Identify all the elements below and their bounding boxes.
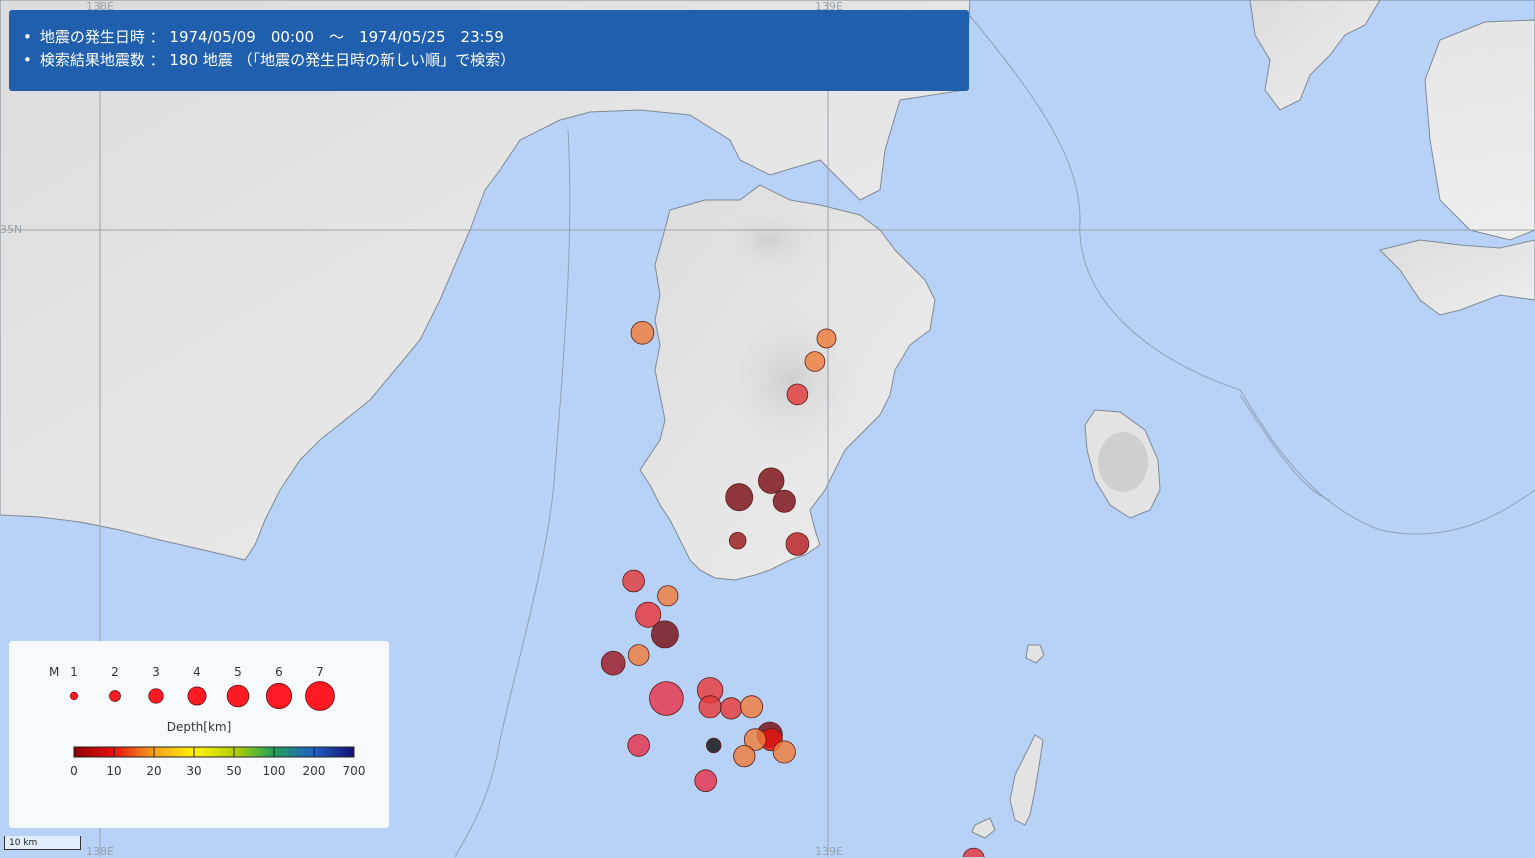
scale-bar: 10 km xyxy=(4,836,81,850)
depth-tick-label: 100 xyxy=(263,764,286,778)
depth-tick-label: 0 xyxy=(70,764,78,778)
earthquake-marker[interactable] xyxy=(694,769,717,792)
earthquake-marker[interactable] xyxy=(649,681,684,716)
earthquake-marker[interactable] xyxy=(706,737,722,754)
depth-tick-label: 10 xyxy=(106,764,121,778)
legend-magnitude-label: M xyxy=(49,665,59,679)
legend-magnitude-circle xyxy=(187,686,207,706)
depth-color-bar xyxy=(73,746,355,758)
earthquake-marker[interactable] xyxy=(627,734,650,757)
earthquake-marker[interactable] xyxy=(758,467,785,494)
legend-magnitude-circle xyxy=(109,690,121,702)
legend-depth-title: Depth[km] xyxy=(167,720,232,734)
legend-magnitude-circle xyxy=(69,691,79,701)
depth-tick-label: 700 xyxy=(343,764,366,778)
map-legend: M 1 2 3 4 5 6 7 Depth[km] 0 10 20 30 50 100 200 700 xyxy=(9,641,389,828)
result-count-text: 検索結果地震数 ： 180 地震 （「地震の発生日時の新しい順」で検索） xyxy=(23,49,969,72)
earthquake-marker[interactable] xyxy=(720,697,743,720)
lat-label-35: 35N xyxy=(0,223,23,236)
date-range-text: 地震の発生日時 ： 1974/05/09 00:00 ～ 1974/05/25 … xyxy=(23,26,969,49)
legend-magnitude-tick: 1 xyxy=(70,665,78,679)
earthquake-marker[interactable] xyxy=(627,644,650,666)
depth-tick-label: 30 xyxy=(186,764,201,778)
earthquake-marker[interactable] xyxy=(651,620,679,649)
lon-label-139-bottom: 139E xyxy=(815,845,843,858)
earthquake-marker[interactable] xyxy=(630,320,655,345)
legend-magnitude-tick: 4 xyxy=(193,665,201,679)
earthquake-marker[interactable] xyxy=(740,695,764,719)
earthquake-marker[interactable] xyxy=(729,532,747,550)
earthquake-marker[interactable] xyxy=(698,695,722,719)
legend-magnitude-tick: 5 xyxy=(234,665,242,679)
earthquake-marker[interactable] xyxy=(622,569,645,593)
legend-magnitude-tick: 6 xyxy=(275,665,283,679)
legend-magnitude-circle xyxy=(265,682,293,710)
earthquake-marker[interactable] xyxy=(772,740,796,764)
earthquake-marker[interactable] xyxy=(786,383,809,406)
legend-magnitude-tick: 7 xyxy=(316,665,324,679)
legend-magnitude-tick: 2 xyxy=(111,665,119,679)
legend-magnitude-circle xyxy=(226,684,250,708)
legend-magnitude-circle xyxy=(305,681,335,711)
earthquake-marker[interactable] xyxy=(785,532,810,556)
depth-tick-label: 200 xyxy=(303,764,326,778)
earthquake-marker[interactable] xyxy=(733,744,756,768)
depth-tick-label: 20 xyxy=(146,764,161,778)
lon-label-138-bottom: 138E xyxy=(86,845,114,858)
earthquake-marker[interactable] xyxy=(600,650,626,676)
earthquake-marker[interactable] xyxy=(725,483,754,512)
legend-magnitude-tick: 3 xyxy=(152,665,160,679)
earthquake-marker[interactable] xyxy=(804,351,826,372)
earthquake-marker[interactable] xyxy=(816,328,837,349)
search-info-panel: 地震の発生日時 ： 1974/05/09 00:00 ～ 1974/05/25 … xyxy=(9,10,969,91)
depth-tick-label: 50 xyxy=(226,764,241,778)
legend-magnitude-circle xyxy=(148,688,164,704)
earthquake-marker[interactable] xyxy=(657,585,679,607)
earthquake-marker[interactable] xyxy=(772,489,796,513)
